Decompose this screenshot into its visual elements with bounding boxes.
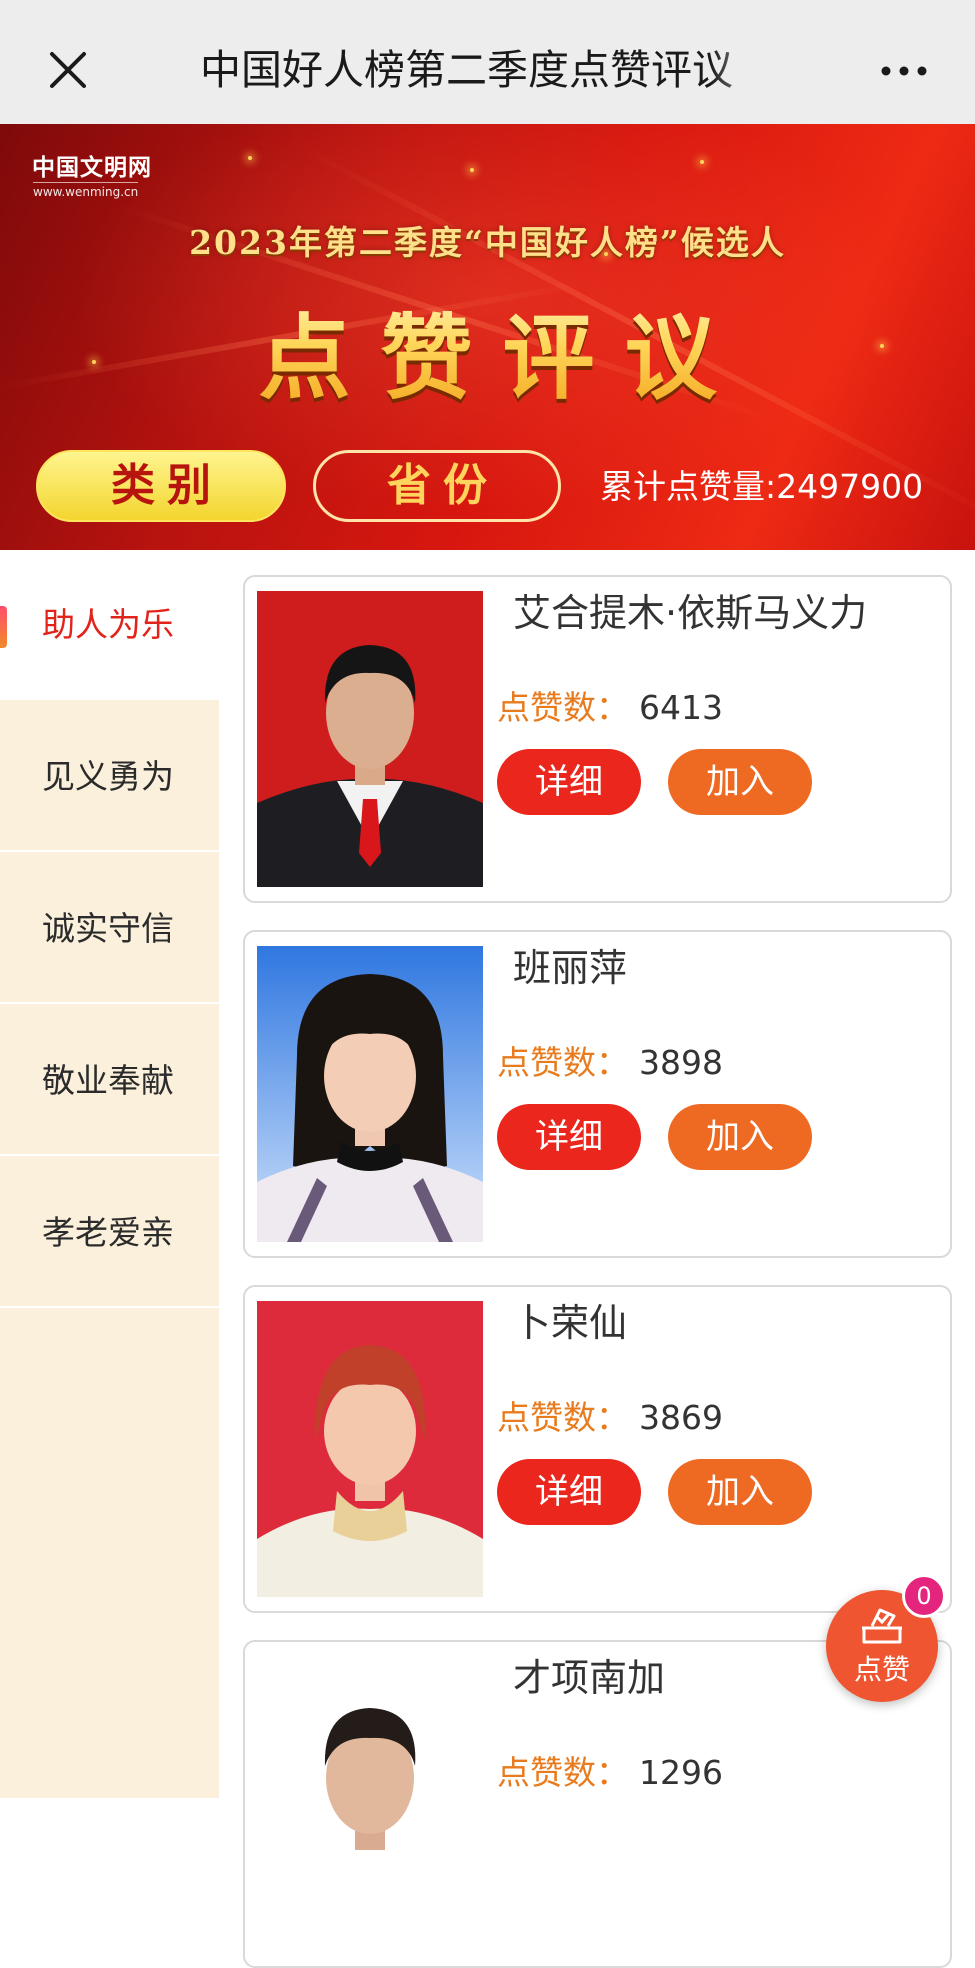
- likes-label: 点赞数：: [497, 1753, 629, 1792]
- sidebar-item-honesty[interactable]: 诚实守信: [0, 854, 219, 1004]
- likes-count: 3869: [639, 1398, 723, 1437]
- sparkle: [248, 156, 252, 160]
- join-button[interactable]: 加入: [668, 1459, 812, 1525]
- candidate-photo: [257, 591, 483, 887]
- join-button[interactable]: 加入: [668, 749, 812, 815]
- banner-subtitle: 2023年第二季度“中国好人榜”候选人: [189, 223, 786, 262]
- vote-count-badge: 0: [902, 1574, 946, 1618]
- wenming-logo: 中国文明网: [32, 155, 152, 181]
- sparkle: [700, 160, 704, 164]
- candidate-photo: [257, 1301, 483, 1597]
- detail-button[interactable]: 详细: [497, 1459, 641, 1525]
- sidebar-item-label: 诚实守信: [42, 909, 174, 948]
- sparkle: [470, 168, 474, 172]
- candidate-name: 班丽萍: [513, 946, 628, 990]
- province-filter-button[interactable]: 省份: [313, 450, 561, 522]
- detail-button[interactable]: 详细: [497, 749, 641, 815]
- sidebar-item-helping-others[interactable]: 助人为乐: [0, 550, 219, 700]
- candidate-card[interactable]: 班丽萍 点赞数： 3898 详细 加入: [243, 930, 952, 1258]
- likes-label: 点赞数：: [497, 688, 629, 727]
- category-sidebar: 助人为乐 见义勇为 诚实守信 敬业奉献 孝老爱亲: [0, 550, 219, 1798]
- likes-count: 1296: [639, 1753, 723, 1792]
- ballot-box-icon: [862, 1608, 902, 1644]
- vote-cart-label: 点赞: [853, 1653, 910, 1686]
- likes-row: 点赞数： 1296: [497, 1748, 723, 1804]
- likes-row: 点赞数： 6413: [497, 683, 723, 739]
- sidebar-item-dedication[interactable]: 敬业奉献: [0, 1006, 219, 1156]
- sidebar-item-filial-piety[interactable]: 孝老爱亲: [0, 1158, 219, 1308]
- title-bar: 中国好人榜第二季度点赞评议: [0, 0, 975, 124]
- candidate-photo: [257, 946, 483, 1242]
- likes-count: 6413: [639, 688, 723, 727]
- active-indicator: [0, 606, 7, 648]
- category-filter-button[interactable]: 类别: [36, 450, 286, 522]
- candidate-name: 艾合提木·依斯马义力: [513, 591, 868, 635]
- banner: 中国文明网 www.wenming.cn 2023年第二季度“中国好人榜”候选人…: [0, 124, 975, 550]
- likes-count: 3898: [639, 1043, 723, 1082]
- page-title: 中国好人榜第二季度点赞评议: [200, 46, 733, 94]
- close-icon[interactable]: [44, 46, 92, 94]
- more-dots-icon[interactable]: [880, 56, 930, 86]
- candidate-card[interactable]: 卜荣仙 点赞数： 3869 详细 加入: [243, 1285, 952, 1613]
- join-button[interactable]: 加入: [668, 1104, 812, 1170]
- banner-title: 点赞评议: [0, 284, 975, 417]
- candidate-name: 才项南加: [513, 1656, 666, 1700]
- sidebar-item-label: 敬业奉献: [42, 1061, 174, 1100]
- candidate-name: 卜荣仙: [513, 1301, 628, 1345]
- sidebar-item-label: 见义勇为: [42, 757, 174, 796]
- likes-label: 点赞数：: [497, 1398, 629, 1437]
- likes-label: 点赞数：: [497, 1043, 629, 1082]
- detail-button[interactable]: 详细: [497, 1104, 641, 1170]
- sidebar-item-label: 助人为乐: [42, 605, 174, 644]
- total-likes: 累计点赞量:2497900: [600, 467, 924, 506]
- likes-row: 点赞数： 3869: [497, 1393, 723, 1449]
- sidebar-item-label: 孝老爱亲: [42, 1213, 174, 1252]
- candidate-card[interactable]: 艾合提木·依斯马义力 点赞数： 6413 详细 加入: [243, 575, 952, 903]
- wenming-logo-url: www.wenming.cn: [33, 182, 139, 199]
- sidebar-item-bravery[interactable]: 见义勇为: [0, 702, 219, 852]
- candidate-photo: [257, 1656, 483, 1952]
- likes-row: 点赞数： 3898: [497, 1038, 723, 1094]
